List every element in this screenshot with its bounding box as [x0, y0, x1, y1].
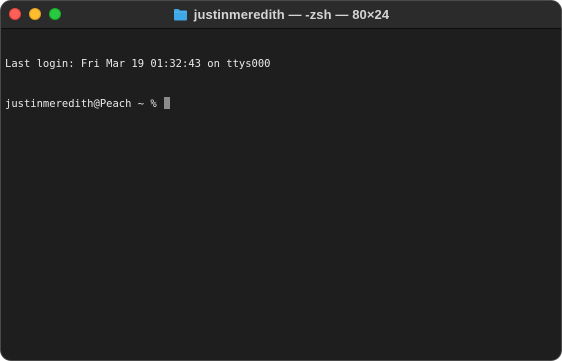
folder-icon	[173, 8, 188, 21]
terminal-output[interactable]: Last login: Fri Mar 19 01:32:43 on ttys0…	[1, 29, 561, 360]
terminal-window: justinmeredith — -zsh — 80×24 Last login…	[0, 0, 562, 361]
last-login-line: Last login: Fri Mar 19 01:32:43 on ttys0…	[5, 58, 271, 70]
prompt-line: justinmeredith@Peach ~ %	[5, 97, 561, 110]
shell-prompt: justinmeredith@Peach ~ %	[5, 98, 164, 110]
text-cursor	[164, 97, 171, 109]
window-title-group: justinmeredith — -zsh — 80×24	[1, 1, 561, 28]
window-title: justinmeredith — -zsh — 80×24	[193, 7, 390, 22]
title-bar[interactable]: justinmeredith — -zsh — 80×24	[1, 1, 561, 29]
